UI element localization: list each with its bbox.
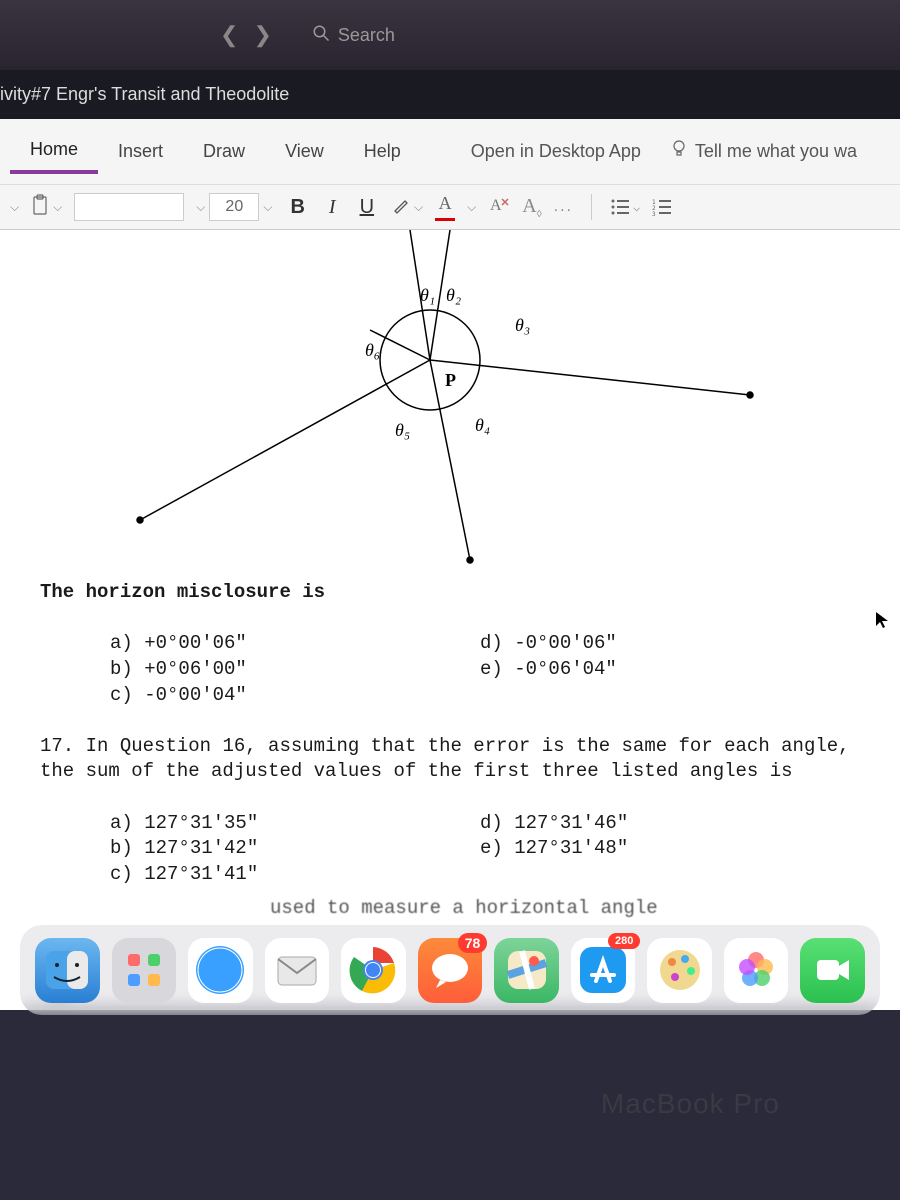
theta5-label: θ₅ [395,420,410,441]
dock-facetime[interactable] [800,938,865,1003]
numbered-list-dropdown[interactable]: 123 [652,198,672,216]
ribbon-tabs: Home Insert Draw View Help Open in Deskt… [0,119,900,185]
theta2-label: θ₂ [446,285,461,306]
q17-b: b) 127°31'42" [110,836,480,862]
tell-me[interactable]: Tell me what you wa [671,139,857,164]
point-p-label: P [445,370,456,391]
search-placeholder: Search [338,25,395,46]
partial-bottom-text: used to measure a horizontal angle [270,896,860,922]
q16-c: c) -0°00'04" [110,683,480,709]
q17-text: In Question 16, assuming that the error … [40,735,850,783]
document-text: The horizon misclosure is a) +0°00'06" b… [40,580,860,921]
svg-text:A: A [490,197,502,214]
font-size-dropdown[interactable]: ⌵ 20 ⌵ [196,193,272,221]
clear-format-letter[interactable]: A◊ [522,195,541,220]
highlight-dropdown[interactable]: ⌵ [392,196,423,219]
dock-photos[interactable] [724,938,789,1003]
svg-text:3: 3 [652,211,656,216]
tab-help[interactable]: Help [344,131,421,172]
tab-home[interactable]: Home [10,129,98,174]
italic-button[interactable]: I [323,194,342,221]
q17-c: c) 127°31'41" [110,862,480,888]
back-icon[interactable]: ❮ [220,22,238,48]
ribbon-toolbar: ⌵ ⌵ ⌵ 20 ⌵ B I U ⌵ A ⌵ A A◊ ... ⌵ 123 [0,185,900,230]
dock-mail[interactable] [265,938,330,1003]
more-button[interactable]: ... [554,198,573,216]
menu-bar: ❮ ❯ Search [0,0,900,70]
badge-78: 78 [458,933,488,953]
dock-maps[interactable] [494,938,559,1003]
laptop-label: MacBook Pro [601,1088,780,1120]
font-name-input[interactable] [74,193,184,221]
font-color-bar [435,218,455,221]
theta4-label: θ₄ [475,415,490,436]
paste-dropdown[interactable]: ⌵ [31,194,62,221]
font-size-value[interactable]: 20 [209,193,259,221]
dock-safari[interactable] [188,938,253,1003]
dock: 78 280 [20,925,880,1015]
q17-num: 17. [40,735,74,757]
forward-icon[interactable]: ❯ [253,22,271,48]
dock-chrome[interactable] [341,938,406,1003]
badge-280: 280 [608,933,640,949]
search-area[interactable]: Search [312,24,395,47]
font-color-chevron[interactable]: ⌵ [467,200,476,215]
dock-finder[interactable] [35,938,100,1003]
tab-draw[interactable]: Draw [183,131,265,172]
diagram: θ₁ θ₂ θ₃ θ₄ θ₅ θ₆ P [50,230,800,570]
theta3-label: θ₃ [515,315,530,336]
clear-format-icon[interactable]: A [488,195,510,220]
document-area: θ₁ θ₂ θ₃ θ₄ θ₅ θ₆ P The horizon misclosu… [0,230,900,1010]
tab-insert[interactable]: Insert [98,131,183,172]
nav-arrows: ❮ ❯ [220,22,272,48]
font-color-letter: A [439,193,452,214]
dock-paint[interactable] [647,938,712,1003]
theta6-label: θ₆ [365,340,380,361]
q17-a: a) 127°31'35" [110,811,480,837]
cursor-icon [874,610,890,635]
q16-d: d) -0°00'06" [480,631,850,657]
q17-e: e) 127°31'48" [480,836,850,862]
clipboard-icon [31,194,49,221]
dock-appstore[interactable]: 280 [571,938,636,1003]
dock-launchpad[interactable] [112,938,177,1003]
dock-messages[interactable]: 78 [418,938,483,1003]
window-title-bar: ivity#7 Engr's Transit and Theodolite [0,70,900,119]
font-color-dropdown[interactable]: A [435,193,455,221]
q16-a: a) +0°00'06" [110,631,480,657]
search-icon [312,24,330,47]
tab-view[interactable]: View [265,131,344,172]
theta1-label: θ₁ [420,285,435,306]
bullet-list-dropdown[interactable]: ⌵ [610,198,640,216]
underline-button[interactable]: U [354,194,380,221]
angle-diagram [50,230,800,570]
q16-b: b) +0°06'00" [110,657,480,683]
q17-d: d) 127°31'46" [480,811,850,837]
window-title: ivity#7 Engr's Transit and Theodolite [0,84,289,104]
pen-icon [392,196,410,219]
bold-button[interactable]: B [284,194,310,221]
open-desktop-app[interactable]: Open in Desktop App [471,141,641,162]
lightbulb-icon [671,139,687,164]
q-misclosure: The horizon misclosure is [40,580,860,606]
tell-me-text: Tell me what you wa [695,141,857,162]
q16-e: e) -0°06'04" [480,657,850,683]
undo-dropdown[interactable]: ⌵ [10,200,19,215]
